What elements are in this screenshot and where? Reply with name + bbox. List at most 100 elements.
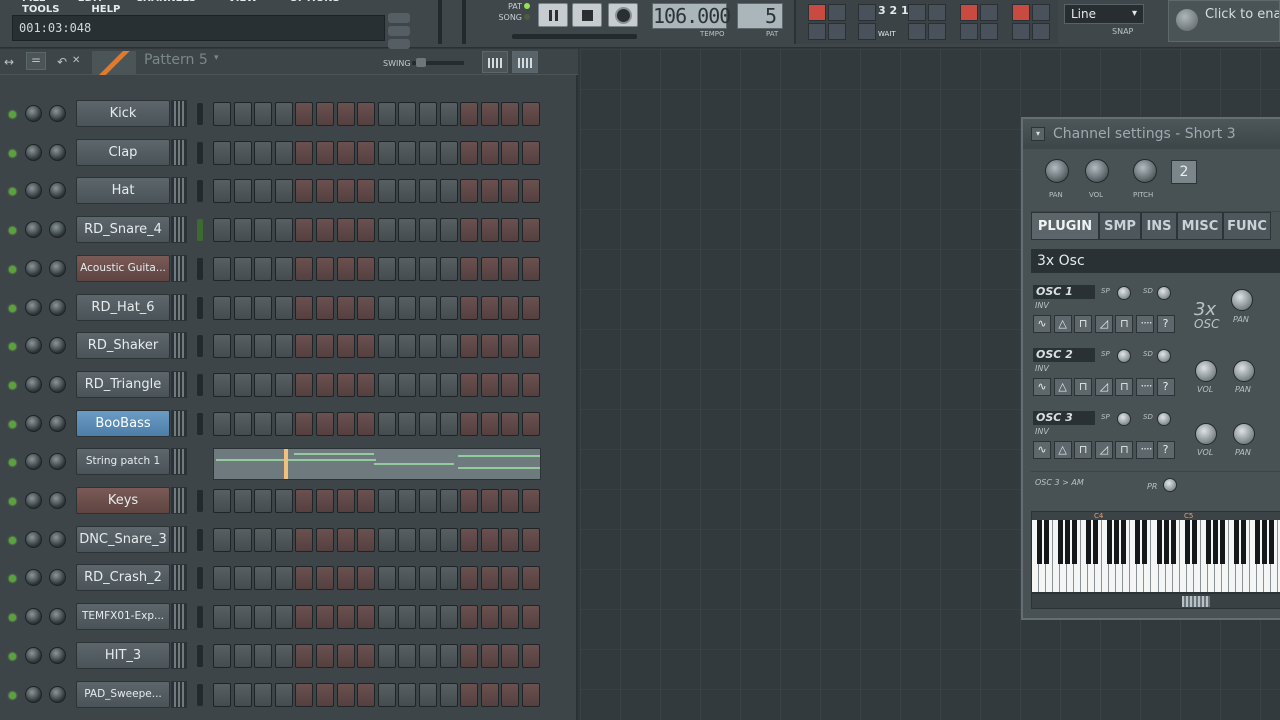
- step-button[interactable]: [233, 179, 252, 204]
- black-key[interactable]: [1037, 520, 1042, 564]
- step-button[interactable]: [480, 179, 499, 204]
- channel-volume-knob[interactable]: [49, 375, 66, 393]
- step-button[interactable]: [522, 527, 540, 552]
- stereo-phase-knob[interactable]: [1117, 286, 1131, 300]
- step-button[interactable]: [522, 256, 540, 281]
- step-edit-icon[interactable]: [858, 4, 876, 21]
- black-key[interactable]: [1093, 520, 1099, 564]
- step-button[interactable]: [336, 489, 355, 513]
- step-button[interactable]: [377, 411, 396, 436]
- step-button[interactable]: [357, 334, 376, 359]
- channel-select-indicator[interactable]: [197, 257, 203, 280]
- step-button[interactable]: [213, 256, 231, 281]
- menu-help[interactable]: HELP: [91, 4, 120, 15]
- menu-options[interactable]: OPTIONS: [289, 0, 339, 4]
- step-button[interactable]: [316, 218, 334, 243]
- step-button[interactable]: [398, 102, 417, 126]
- step-button[interactable]: [295, 566, 314, 591]
- channel-volume-knob[interactable]: [49, 414, 66, 432]
- step-button[interactable]: [336, 372, 355, 397]
- step-button[interactable]: [254, 643, 273, 668]
- black-key[interactable]: [1191, 520, 1197, 564]
- black-key[interactable]: [1121, 520, 1127, 564]
- step-button[interactable]: [522, 179, 540, 204]
- channel-button[interactable]: BooBass: [76, 409, 170, 437]
- channel-volume-knob[interactable]: [49, 298, 66, 316]
- step-button[interactable]: [398, 643, 417, 668]
- step-button[interactable]: [377, 218, 396, 243]
- channel-select-indicator[interactable]: [197, 490, 203, 512]
- pan-knob[interactable]: [1231, 289, 1253, 311]
- channel-pan-knob[interactable]: [25, 569, 42, 587]
- menu-channels[interactable]: CHANNELS: [135, 0, 196, 4]
- step-button[interactable]: [398, 295, 417, 320]
- step-button[interactable]: [480, 682, 499, 707]
- step-button[interactable]: [254, 334, 273, 359]
- step-button[interactable]: [233, 566, 252, 591]
- step-button[interactable]: [439, 643, 458, 668]
- step-button[interactable]: [501, 218, 520, 243]
- pattern-number-display[interactable]: 5: [737, 3, 783, 29]
- channel-volume-knob[interactable]: [49, 530, 66, 548]
- step-button[interactable]: [439, 682, 458, 707]
- step-button[interactable]: [316, 527, 334, 552]
- step-button[interactable]: [295, 411, 314, 436]
- black-key[interactable]: [1072, 520, 1078, 564]
- step-button[interactable]: [439, 256, 458, 281]
- step-button[interactable]: [398, 218, 417, 243]
- black-key[interactable]: [1240, 520, 1246, 564]
- black-key[interactable]: [1163, 520, 1169, 564]
- channel-row[interactable]: Keys: [0, 484, 578, 523]
- blend-notes-icon[interactable]: [960, 4, 978, 21]
- step-button[interactable]: [398, 372, 417, 397]
- channel-select-handle[interactable]: [171, 680, 187, 708]
- step-button[interactable]: [213, 566, 231, 591]
- undo-icon[interactable]: [1012, 4, 1030, 21]
- channel-volume-knob[interactable]: [49, 337, 66, 355]
- channel-row[interactable]: Kick: [0, 97, 578, 136]
- step-button[interactable]: [439, 411, 458, 436]
- step-button[interactable]: [501, 643, 520, 668]
- channel-volume-knob[interactable]: [49, 646, 66, 664]
- step-button[interactable]: [357, 566, 376, 591]
- step-button[interactable]: [377, 179, 396, 204]
- stereo-detune-knob[interactable]: [1157, 349, 1171, 363]
- step-button[interactable]: [274, 334, 293, 359]
- step-button[interactable]: [316, 256, 334, 281]
- channel-button[interactable]: PAD_Sweepe...: [76, 680, 170, 708]
- channel-select-handle[interactable]: [171, 177, 187, 205]
- step-button[interactable]: [480, 140, 499, 165]
- step-button[interactable]: [501, 527, 520, 552]
- step-button[interactable]: [419, 527, 437, 552]
- step-button[interactable]: [274, 566, 293, 591]
- channel-row[interactable]: HIT_3: [0, 639, 578, 678]
- keyboard-editor-button[interactable]: [512, 51, 538, 73]
- pause-button[interactable]: [538, 3, 568, 27]
- step-button[interactable]: [274, 489, 293, 513]
- black-key[interactable]: [1254, 520, 1260, 564]
- step-button[interactable]: [274, 295, 293, 320]
- waveform-button-icon[interactable]: ⊓: [1074, 315, 1093, 333]
- step-button[interactable]: [336, 295, 355, 320]
- step-button[interactable]: [501, 179, 520, 204]
- step-button[interactable]: [480, 489, 499, 513]
- mute-led[interactable]: [9, 691, 16, 699]
- step-button[interactable]: [460, 179, 479, 204]
- metronome-icon[interactable]: [808, 4, 826, 21]
- channel-row[interactable]: RD_Hat_6: [0, 291, 578, 330]
- channel-select-indicator[interactable]: [197, 335, 203, 358]
- step-button[interactable]: [522, 295, 540, 320]
- step-button[interactable]: [274, 643, 293, 668]
- channel-button[interactable]: RD_Hat_6: [76, 293, 170, 321]
- step-button[interactable]: [336, 605, 355, 630]
- channel-button[interactable]: Kick: [76, 100, 170, 127]
- step-button[interactable]: [316, 179, 334, 204]
- step-button[interactable]: [336, 527, 355, 552]
- step-button[interactable]: [357, 179, 376, 204]
- channel-pan-knob[interactable]: [25, 375, 42, 393]
- channel-select-indicator[interactable]: [197, 103, 203, 125]
- step-button[interactable]: [501, 256, 520, 281]
- step-button[interactable]: [501, 334, 520, 359]
- step-button[interactable]: [377, 102, 396, 126]
- step-button[interactable]: [316, 411, 334, 436]
